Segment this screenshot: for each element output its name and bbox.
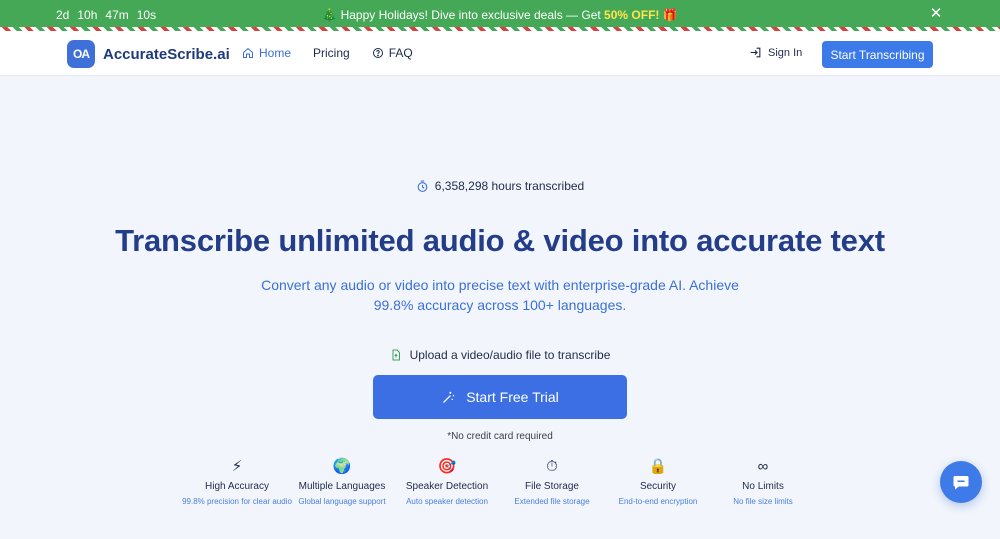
magic-wand-icon (443, 391, 455, 403)
feature-multiple-languages: 🌍 Multiple Languages Global language sup… (287, 456, 397, 507)
feature-high-accuracy: ⚡ High Accuracy 99.8% precision for clea… (182, 456, 292, 507)
logo[interactable]: OA AccurateScribe.ai (67, 40, 230, 68)
feature-title: File Storage (525, 481, 579, 492)
feature-desc: End-to-end encryption (618, 497, 698, 506)
feature-desc: 99.8% precision for clear audio (182, 497, 292, 506)
feature-title: High Accuracy (205, 481, 269, 492)
lightning-icon: ⚡ (231, 458, 243, 475)
nav-links: Home Pricing FAQ (242, 46, 413, 60)
globe-icon: 🌍 (332, 458, 352, 475)
feature-title: Multiple Languages (298, 481, 386, 492)
cta-label: Start Free Trial (466, 389, 559, 405)
hero-subtitle: Convert any audio or video into precise … (261, 277, 739, 313)
nav-link-label: Home (259, 46, 292, 60)
feature-no-limits: ∞ No Limits No file size limits (708, 456, 818, 507)
promo-message[interactable]: 🎄 Happy Holidays! Dive into exclusive de… (0, 8, 1000, 22)
sign-in-label: Sign In (768, 46, 803, 59)
help-circle-icon (372, 48, 383, 58)
feature-list: ⚡ High Accuracy 99.8% precision for clea… (182, 456, 810, 526)
promo-message-suffix: 🎁 (659, 8, 678, 22)
chat-bubble-icon (953, 476, 969, 490)
start-free-trial-button[interactable]: Start Free Trial (373, 375, 627, 419)
nav-link-label: Pricing (313, 46, 350, 60)
feature-title: No Limits (742, 481, 784, 492)
promo-message-prefix: 🎄 Happy Holidays! Dive into exclusive de… (322, 8, 605, 22)
navbar: OA AccurateScribe.ai Home Pricing FAQ Si… (0, 31, 1000, 76)
feature-speaker-detection: 🎯 Speaker Detection Auto speaker detecti… (392, 456, 502, 507)
no-credit-card-note: *No credit card required (447, 431, 553, 442)
sign-in-icon (750, 47, 761, 58)
promo-banner: 2d 10h 47m 10s 🎄 Happy Holidays! Dive in… (0, 0, 1000, 31)
file-upload-icon (392, 349, 400, 361)
feature-file-storage: ⏱ File Storage Extended file storage (497, 456, 607, 507)
feature-desc: Auto speaker detection (406, 497, 488, 506)
stat-text: 6,358,298 hours transcribed (434, 179, 585, 193)
close-icon[interactable]: ✕ (928, 6, 944, 22)
chat-widget-button[interactable] (940, 461, 982, 503)
promo-discount: 50% OFF! (604, 8, 660, 22)
nav-link-pricing[interactable]: Pricing (313, 46, 350, 60)
feature-security: 🔒 Security End-to-end encryption (603, 456, 713, 507)
home-icon (243, 47, 253, 58)
nav-link-home[interactable]: Home (242, 46, 291, 60)
feature-desc: No file size limits (733, 497, 793, 506)
start-transcribing-button[interactable]: Start Transcribing (822, 41, 933, 68)
nav-link-label: FAQ (388, 46, 413, 60)
feature-desc: Extended file storage (514, 497, 590, 506)
stopwatch-icon (417, 180, 428, 192)
nav-link-faq[interactable]: FAQ (372, 46, 413, 60)
page-title: Transcribe unlimited audio & video into … (115, 223, 885, 258)
upload-label: Upload a video/audio file to transcribe (409, 348, 611, 362)
feature-title: Speaker Detection (405, 481, 489, 492)
sign-in-link[interactable]: Sign In (749, 46, 802, 59)
infinity-icon: ∞ (757, 458, 769, 475)
lock-icon: 🔒 (648, 458, 668, 475)
logo-mark: OA (67, 40, 95, 68)
upload-file-link[interactable]: Upload a video/audio file to transcribe (0, 348, 1000, 362)
target-icon: 🎯 (437, 458, 457, 475)
feature-desc: Global language support (298, 497, 386, 506)
logo-text: AccurateScribe.ai (103, 45, 230, 63)
stopwatch-icon: ⏱ (546, 458, 558, 475)
feature-title: Security (639, 481, 677, 492)
hours-transcribed-stat: 6,358,298 hours transcribed (0, 179, 1000, 193)
